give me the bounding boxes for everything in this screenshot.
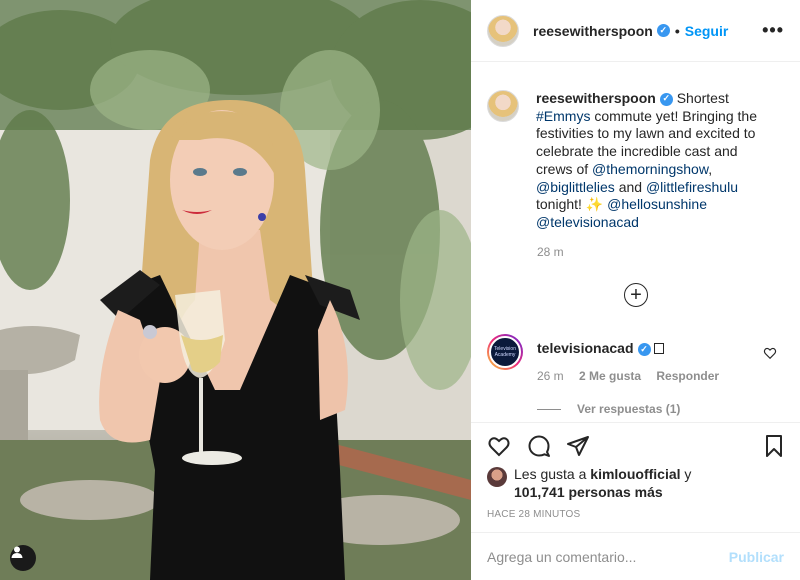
- caption-fragment: Shortest: [672, 90, 729, 106]
- post-header: reesewitherspoon ✓ • Seguir •••: [471, 0, 800, 62]
- add-comment-bar: Publicar: [471, 532, 800, 580]
- save-bookmark-icon[interactable]: [762, 434, 786, 458]
- mention-televisionacad[interactable]: @televisionacad: [536, 214, 639, 230]
- author-avatar[interactable]: [487, 14, 519, 47]
- view-replies-button[interactable]: Ver respuestas (1): [537, 402, 680, 416]
- comment-like-count[interactable]: 2 Me gusta: [579, 369, 641, 383]
- comment-input[interactable]: [487, 548, 729, 565]
- hashtag-emmys[interactable]: #Emmys: [536, 108, 590, 124]
- likes-suffix: y: [680, 466, 692, 482]
- comment-author[interactable]: televisionacad ✓: [537, 340, 664, 356]
- mention-littlefireshulu[interactable]: @littlefireshulu: [646, 179, 738, 195]
- sparkles-emoji: ✨: [585, 196, 604, 213]
- comment-like-heart-icon[interactable]: [763, 346, 777, 360]
- liker-username[interactable]: kimlouofficial: [590, 466, 680, 482]
- photo-illustration: [0, 0, 471, 580]
- more-options-icon[interactable]: •••: [762, 21, 784, 39]
- post-caption: reesewitherspoon ✓ Shortest #Emmys commut…: [487, 90, 787, 232]
- comment-time[interactable]: 26 m: [537, 369, 564, 383]
- likes-line-1: Les gusta a kimlouofficial y: [514, 465, 691, 483]
- like-heart-icon[interactable]: [487, 434, 511, 458]
- likes-prefix: Les gusta a: [514, 466, 591, 482]
- post-actions-bar: [471, 422, 800, 470]
- author-username[interactable]: reesewitherspoon: [533, 23, 653, 39]
- caption-fragment: and: [614, 178, 646, 195]
- liker-avatar[interactable]: [487, 467, 507, 487]
- reply-button[interactable]: Responder: [656, 369, 719, 383]
- post-photo[interactable]: [0, 0, 471, 580]
- person-icon: [11, 546, 23, 558]
- caption-fragment: ,: [708, 160, 713, 177]
- caption-timestamp[interactable]: 28 m: [537, 245, 564, 259]
- replies-divider-line: [537, 408, 561, 410]
- publish-comment-button[interactable]: Publicar: [729, 549, 784, 565]
- caption-text: reesewitherspoon ✓ Shortest #Emmys commut…: [536, 90, 771, 232]
- likes-count[interactable]: 101,741 personas más: [514, 483, 663, 501]
- caption-author-avatar[interactable]: [487, 90, 519, 122]
- caption-author[interactable]: reesewitherspoon: [536, 90, 656, 106]
- comment-meta: 26 m 2 Me gusta Responder: [537, 369, 731, 383]
- placeholder-glyph-icon: [653, 343, 664, 354]
- verified-badge-icon: ✓: [656, 24, 670, 37]
- tagged-users-button[interactable]: [10, 545, 36, 571]
- post-side-panel: reesewitherspoon ✓ • Seguir ••• reesewit…: [471, 0, 800, 580]
- share-direct-icon[interactable]: [566, 434, 590, 458]
- verified-badge-icon: ✓: [637, 342, 651, 356]
- load-more-comments-button[interactable]: +: [624, 283, 648, 307]
- mention-biglittlelies[interactable]: @biglittlelies: [536, 179, 615, 195]
- follow-button[interactable]: Seguir: [685, 23, 729, 39]
- header-separator: •: [674, 22, 680, 39]
- post-timestamp[interactable]: HACE 28 MINUTOS: [487, 509, 580, 520]
- mention-themorningshow[interactable]: @themorningshow: [592, 161, 708, 177]
- mention-hellosunshine[interactable]: @hellosunshine: [607, 196, 707, 212]
- verified-badge-icon: ✓: [659, 92, 673, 106]
- comment-bubble-icon[interactable]: [527, 434, 551, 458]
- plus-icon: +: [630, 284, 642, 306]
- comment-author-name[interactable]: televisionacad: [537, 340, 634, 356]
- view-replies-label[interactable]: Ver respuestas (1): [577, 402, 680, 416]
- caption-fragment: tonight!: [536, 196, 586, 213]
- commenter-avatar-logo: Television Academy: [489, 336, 521, 368]
- commenter-avatar[interactable]: Television Academy: [487, 334, 523, 370]
